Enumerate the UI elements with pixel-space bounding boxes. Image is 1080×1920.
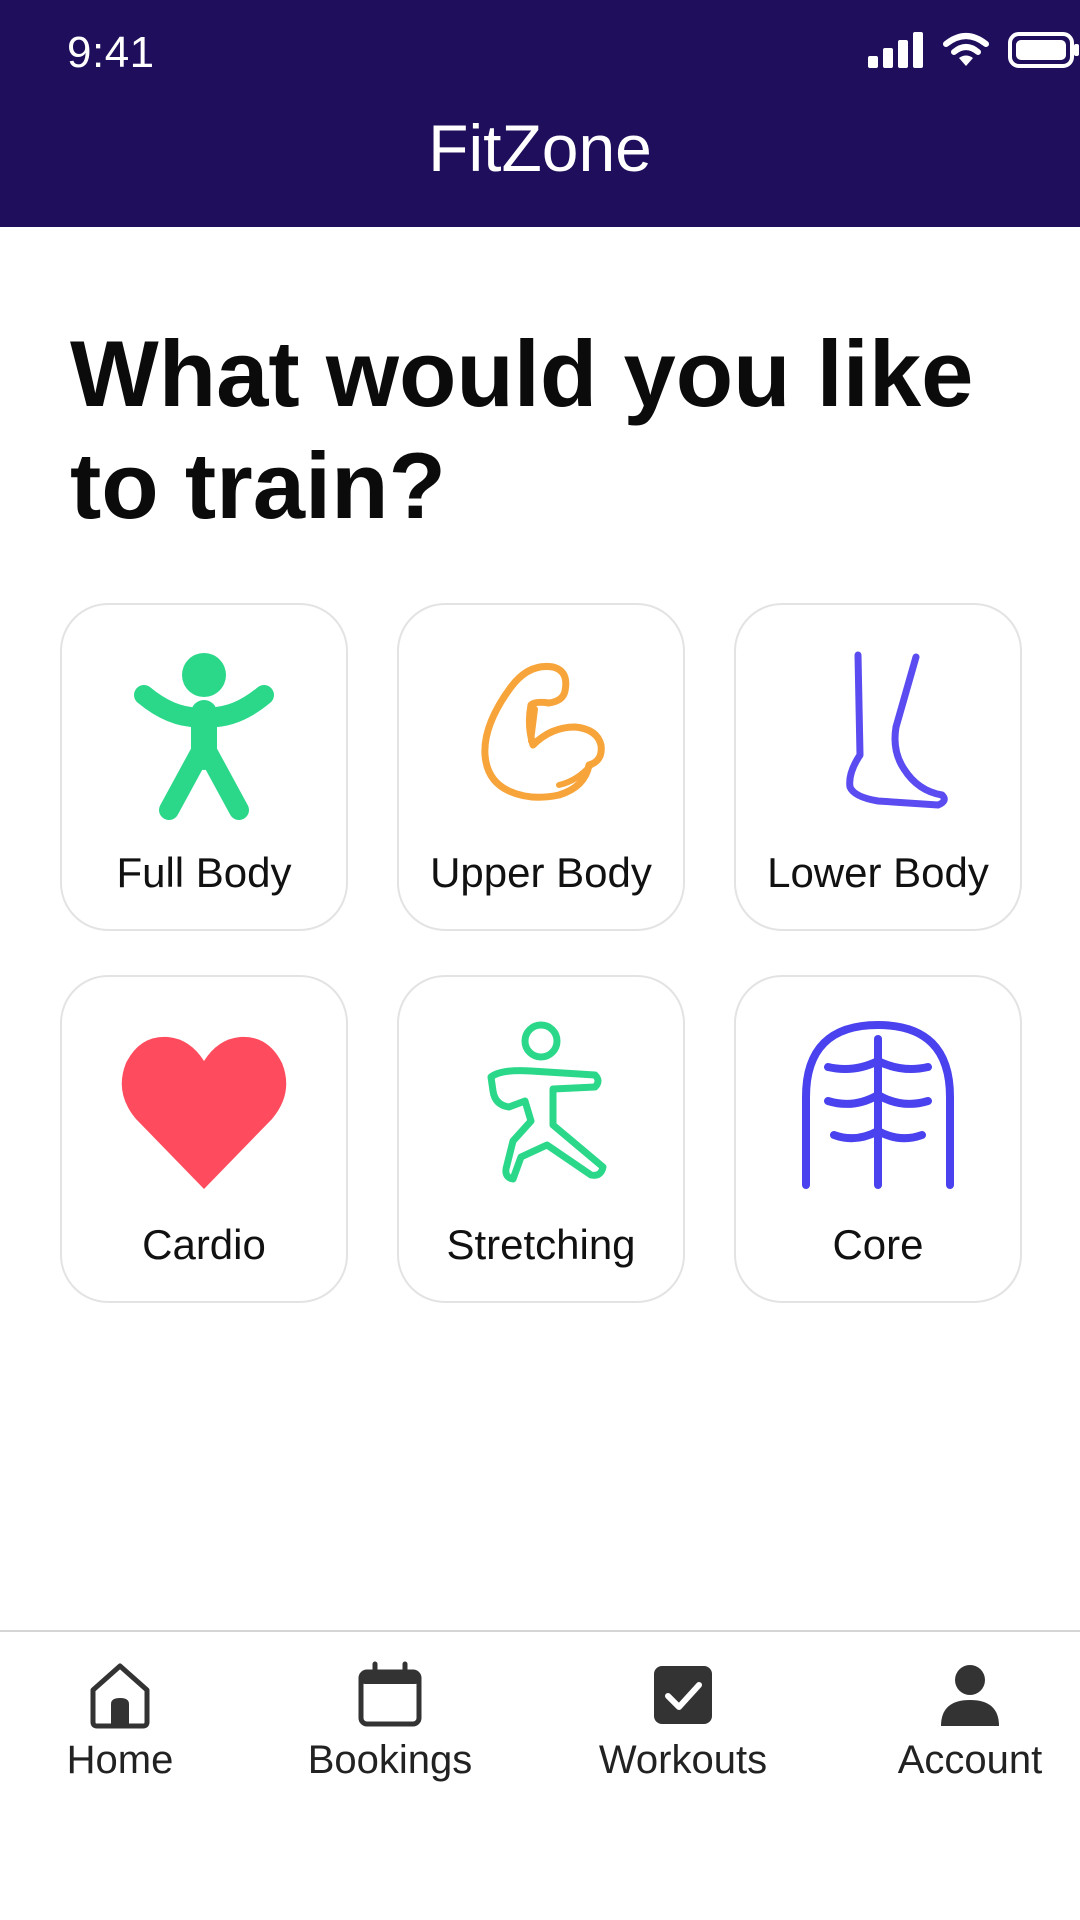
ribcage-icon (788, 1017, 968, 1197)
category-label: Stretching (446, 1221, 636, 1268)
wifi-icon (942, 32, 990, 73)
page-heading: What would you like to train? (70, 321, 974, 538)
category-tile-lower-body[interactable]: Lower Body (734, 603, 1022, 931)
app-screen: 9:41 FitZone What would you like to trai… (0, 0, 1080, 1920)
status-time: 9:41 (67, 28, 155, 77)
app-header: 9:41 FitZone (0, 0, 1080, 227)
category-tile-upper-body[interactable]: Upper Body (397, 603, 685, 931)
user-icon (935, 1660, 1005, 1730)
checkbox-icon (648, 1660, 718, 1730)
nav-item-home[interactable]: Home (0, 1660, 240, 1790)
nav-label: Home (66, 1738, 174, 1782)
nav-item-bookings[interactable]: Bookings (270, 1660, 510, 1790)
leg-icon (788, 645, 968, 825)
nav-item-account[interactable]: Account (850, 1660, 1080, 1790)
app-title: FitZone (428, 111, 652, 185)
flexed-arm-icon (451, 645, 631, 825)
category-grid: Full Body Upper Body Lower Body Cardio S… (60, 603, 1022, 1303)
bottom-nav: Home Bookings Workouts Account (0, 1630, 1080, 1920)
category-tile-full-body[interactable]: Full Body (60, 603, 348, 931)
calendar-icon (355, 1660, 425, 1730)
category-label: Upper Body (430, 849, 652, 896)
nav-item-workouts[interactable]: Workouts (563, 1660, 803, 1790)
home-icon (85, 1660, 155, 1730)
status-icons (868, 31, 1080, 73)
category-tile-core[interactable]: Core (734, 975, 1022, 1303)
category-tile-cardio[interactable]: Cardio (60, 975, 348, 1303)
heart-icon (114, 1017, 294, 1197)
category-label: Cardio (142, 1221, 266, 1268)
battery-icon (1008, 31, 1080, 73)
category-label: Lower Body (767, 849, 989, 896)
person-icon (114, 645, 294, 825)
nav-label: Workouts (598, 1738, 768, 1782)
signal-icon (868, 31, 924, 73)
category-label: Core (832, 1221, 924, 1268)
nav-label: Account (897, 1738, 1043, 1782)
stretching-figure-icon (451, 1017, 631, 1197)
category-tile-stretching[interactable]: Stretching (397, 975, 685, 1303)
nav-label: Bookings (307, 1738, 473, 1782)
category-label: Full Body (116, 849, 292, 896)
